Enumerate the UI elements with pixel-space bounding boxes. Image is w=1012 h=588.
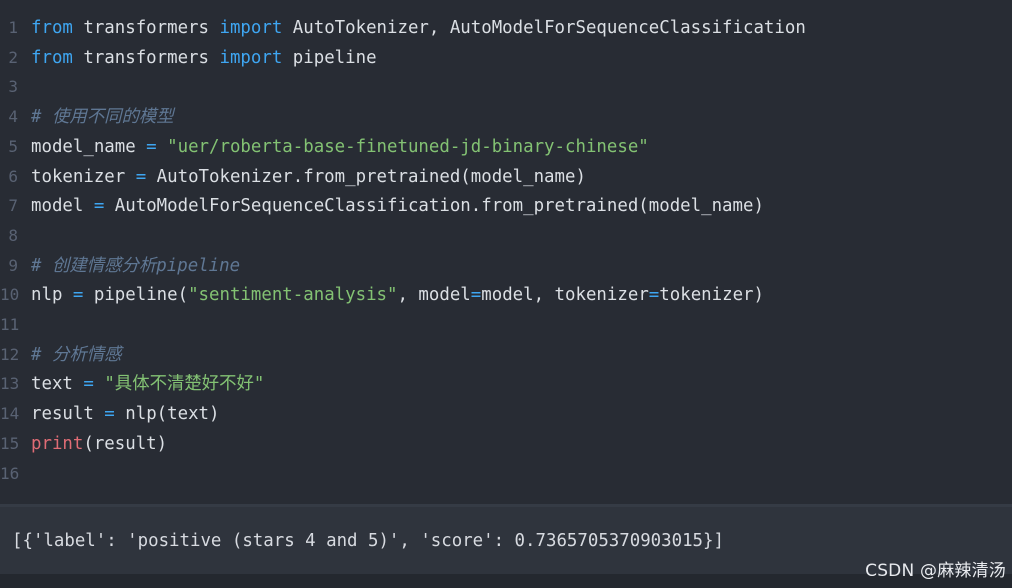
code-token-op: = <box>470 285 482 306</box>
code-line[interactable]: 5 model_name = "uer/roberta-base-finetune… <box>0 132 1012 162</box>
code-token-cm: # 使用不同的模型 <box>31 107 174 128</box>
code-token-op: = <box>648 285 660 306</box>
code-line[interactable]: 12 # 分析情感 <box>0 340 1012 370</box>
code-line[interactable]: 1 from transformers import AutoTokenizer,… <box>0 13 1012 43</box>
code-token-str: "uer/roberta-base-finetuned-jd-binary-ch… <box>167 136 649 157</box>
code-token-plain: nlp(text) <box>114 404 220 425</box>
code-token-plain: result <box>31 404 105 425</box>
code-line[interactable]: 13 text = "具体不清楚好不好" <box>0 369 1012 399</box>
code-line[interactable]: 14 result = nlp(text) <box>0 399 1012 429</box>
line-code: result = nlp(text) <box>31 399 219 429</box>
line-code: from transformers import AutoTokenizer, … <box>31 13 806 43</box>
code-token-plain: pipeline <box>282 47 377 68</box>
line-code: tokenizer = AutoTokenizer.from_pretraine… <box>31 162 586 192</box>
line-code: # 使用不同的模型 <box>31 102 174 132</box>
code-token-plain: (result) <box>83 433 168 454</box>
line-number: 8 <box>8 225 18 245</box>
line-code: model = AutoModelForSequenceClassificati… <box>31 191 764 221</box>
code-token-kw: from <box>31 18 73 38</box>
code-token-plain: nlp <box>31 285 73 306</box>
line-number: 5 <box>8 136 18 156</box>
code-line[interactable]: 16 <box>0 459 1012 489</box>
code-line[interactable]: 2 from transformers import pipeline <box>0 43 1012 73</box>
line-number: 3 <box>8 77 18 97</box>
watermark: CSDN @麻辣清汤 <box>865 561 1006 581</box>
code-token-op: = <box>72 285 84 306</box>
line-number: 10 <box>0 285 20 305</box>
code-token-op: = <box>104 404 115 425</box>
line-code: # 创建情感分析pipeline <box>31 251 240 281</box>
code-token-plain: transformers <box>72 47 220 68</box>
code-token-plain: text <box>31 374 84 395</box>
code-line[interactable]: 10 nlp = pipeline("sentiment-analysis", m… <box>0 280 1012 310</box>
code-editor[interactable]: 1 from transformers import AutoTokenizer,… <box>0 0 1012 504</box>
code-line[interactable]: 6 tokenizer = AutoTokenizer.from_pretrain… <box>0 162 1012 192</box>
line-code: from transformers import pipeline <box>31 43 377 73</box>
output-panel: [{'label': 'positive (stars 4 and 5)', '… <box>0 507 1012 574</box>
code-token-kw: from <box>31 47 73 68</box>
line-number: 14 <box>0 404 20 424</box>
line-number: 15 <box>0 433 20 453</box>
code-token-kw: import <box>219 47 283 68</box>
line-code: # 分析情感 <box>31 340 122 370</box>
line-number: 2 <box>8 47 18 67</box>
code-line[interactable]: 3 <box>0 72 1012 102</box>
code-token-kw: import <box>219 18 283 38</box>
code-token-plain: AutoTokenizer, AutoModelForSequenceClass… <box>282 18 806 38</box>
line-number: 16 <box>0 463 20 483</box>
code-token-plain: model, tokenizer <box>481 285 649 306</box>
code-token-plain: tokenizer) <box>659 285 764 306</box>
code-line[interactable]: 9 # 创建情感分析pipeline <box>0 251 1012 281</box>
code-line[interactable]: 8 <box>0 221 1012 251</box>
code-token-plain: AutoTokenizer.from_pretrained(model_name… <box>146 166 586 187</box>
line-code: text = "具体不清楚好不好" <box>31 369 264 399</box>
code-token-op: = <box>135 166 147 187</box>
code-token-plain: model_name <box>31 136 147 157</box>
line-code: print(result) <box>31 429 167 459</box>
line-code: nlp = pipeline("sentiment-analysis", mod… <box>31 280 764 310</box>
code-line[interactable]: 11 <box>0 310 1012 340</box>
code-token-op: = <box>146 136 157 157</box>
line-number: 12 <box>0 344 20 364</box>
line-number: 7 <box>8 196 18 216</box>
code-token-op: = <box>93 196 105 217</box>
code-token-cm: # 创建情感分析pipeline <box>31 255 241 276</box>
output-text: [{'label': 'positive (stars 4 and 5)', '… <box>12 531 724 551</box>
line-number: 11 <box>0 315 20 334</box>
code-line[interactable]: 7 model = AutoModelForSequenceClassificat… <box>0 191 1012 221</box>
code-token-fn: print <box>31 433 84 454</box>
line-number: 1 <box>8 18 18 37</box>
code-token-plain: AutoModelForSequenceClassification.from_… <box>104 196 764 217</box>
line-number: 9 <box>8 255 18 275</box>
code-token-plain: pipeline( <box>83 285 189 306</box>
code-token-str: "具体不清楚好不好" <box>104 374 265 395</box>
code-token-plain: , model <box>397 285 471 306</box>
code-token-cm: # 分析情感 <box>31 344 122 365</box>
code-token-plain: transformers <box>72 18 220 38</box>
line-number: 4 <box>8 107 18 127</box>
line-code: model_name = "uer/roberta-base-finetuned… <box>31 132 649 162</box>
code-token-plain: tokenizer <box>31 166 136 187</box>
code-line[interactable]: 4 # 使用不同的模型 <box>0 102 1012 132</box>
line-number: 13 <box>0 374 20 394</box>
bottom-bar <box>0 574 1012 588</box>
code-token-op: = <box>83 374 94 395</box>
line-number: 6 <box>8 166 18 186</box>
code-token-plain: model <box>31 196 94 217</box>
code-line[interactable]: 15 print(result) <box>0 429 1012 459</box>
code-token-str: "sentiment-analysis" <box>188 285 398 306</box>
